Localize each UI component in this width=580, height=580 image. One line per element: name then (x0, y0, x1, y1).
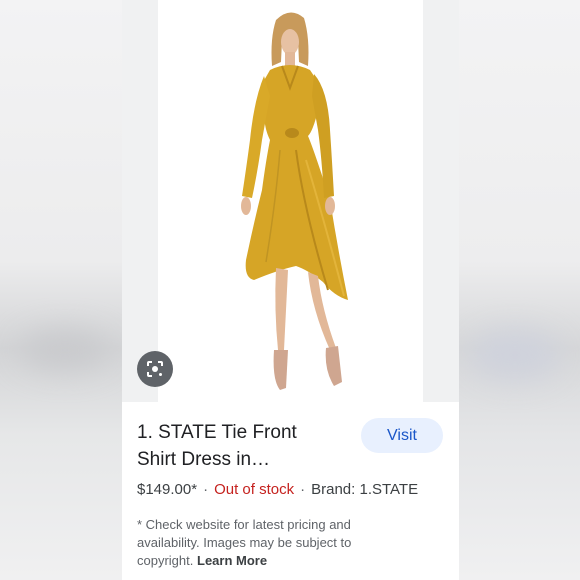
background-left (0, 0, 122, 580)
product-meta: $149.00* · Out of stock · Brand: 1.STATE (137, 481, 418, 498)
product-image[interactable] (158, 0, 423, 402)
separator: · (203, 481, 209, 498)
disclaimer: * Check website for latest pricing and a… (137, 516, 377, 570)
product-image-area[interactable] (122, 0, 459, 402)
background-right (459, 0, 580, 580)
background-blur (20, 330, 110, 370)
visit-button[interactable]: Visit (361, 418, 443, 453)
brand: Brand: 1.STATE (311, 481, 419, 498)
stock-status: Out of stock (214, 481, 295, 498)
model-illustration (241, 12, 348, 390)
product-title[interactable]: 1. STATE Tie Front Shirt Dress in… (137, 419, 337, 473)
learn-more-link[interactable]: Learn More (197, 553, 267, 568)
price: $149.00* (137, 481, 198, 498)
lens-icon (147, 361, 163, 377)
background-blur (470, 330, 560, 380)
lens-search-button[interactable] (137, 351, 173, 387)
product-card: 1. STATE Tie Front Shirt Dress in… Visit… (122, 0, 459, 580)
separator: · (300, 481, 306, 498)
